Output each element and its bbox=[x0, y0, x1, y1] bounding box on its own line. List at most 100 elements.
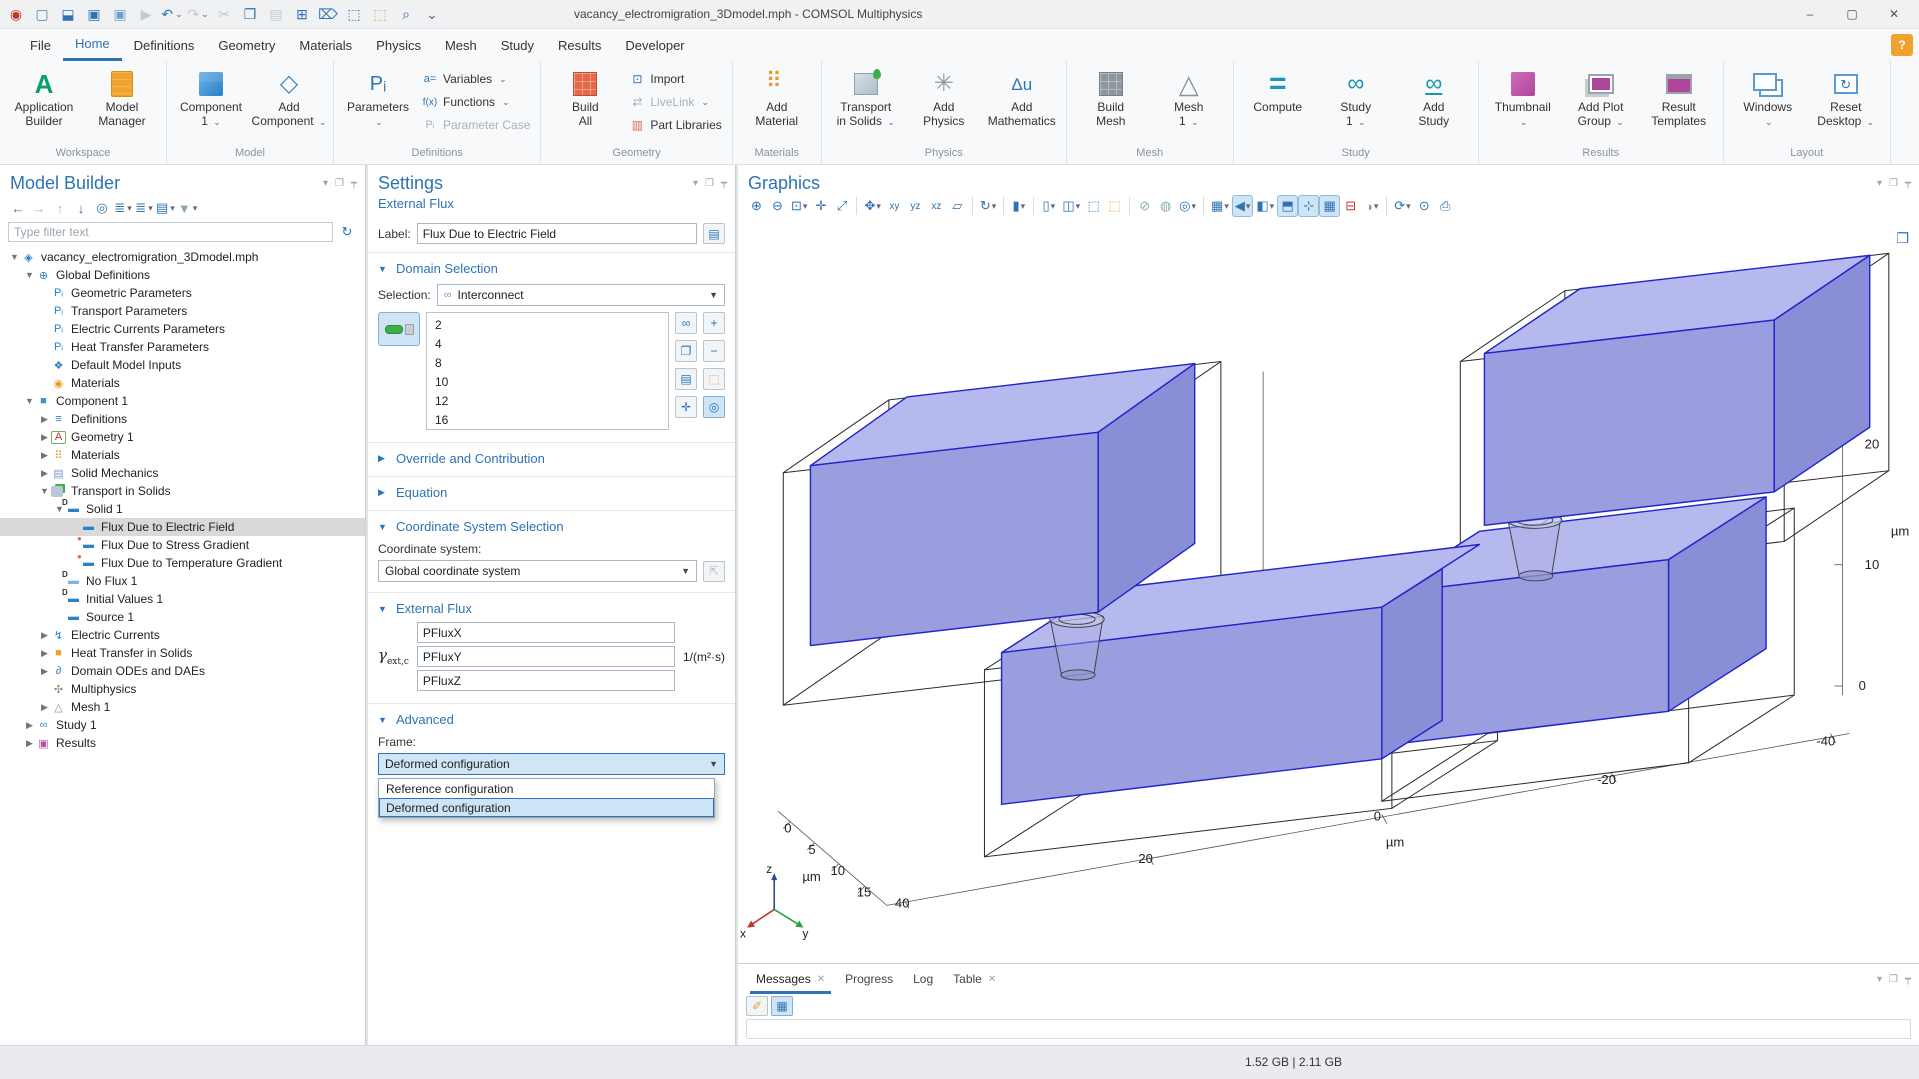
menu-definitions[interactable]: Definitions bbox=[122, 29, 207, 61]
panel-float-icon[interactable]: ❐ bbox=[1889, 178, 1898, 189]
ribbon-component-button[interactable]: Component1 ⌄ bbox=[173, 65, 249, 129]
ribbon-thumbnail-button[interactable]: Thumbnail⌄ bbox=[1485, 65, 1561, 129]
tree-node[interactable]: ▶△Mesh 1 bbox=[0, 698, 365, 716]
zoom-to-selection-icon[interactable]: ✛ bbox=[675, 396, 697, 418]
panel-pin-icon[interactable]: ┯ bbox=[1905, 974, 1911, 985]
select-edges-icon[interactable]: ◫▾ bbox=[1059, 195, 1083, 217]
equation-section-header[interactable]: ▶ Equation bbox=[368, 483, 735, 502]
chevron-collapsed-icon[interactable]: ▶ bbox=[23, 738, 36, 749]
tree-node[interactable]: ▬DInitial Values 1 bbox=[0, 590, 365, 608]
plot-window-icon[interactable]: ❒ bbox=[1896, 230, 1909, 247]
panel-pin-icon[interactable]: ┯ bbox=[1905, 178, 1911, 189]
hide-objects-icon[interactable]: ⊘ bbox=[1134, 195, 1155, 217]
tab-log[interactable]: Log bbox=[903, 964, 943, 994]
tree-node[interactable]: ▶∂Domain ODEs and DAEs bbox=[0, 662, 365, 680]
frame-combobox[interactable]: Deformed configuration ▼ bbox=[378, 753, 725, 775]
help-button[interactable]: ? bbox=[1891, 34, 1913, 56]
domain-list-item[interactable]: 2 bbox=[427, 315, 668, 334]
save-icon[interactable]: ▣ bbox=[82, 3, 106, 25]
cut-icon[interactable]: ✂ bbox=[212, 3, 236, 25]
external-flux-section-header[interactable]: ▼ External Flux bbox=[368, 599, 735, 618]
tree-node[interactable]: ▼■Component 1 bbox=[0, 392, 365, 410]
chevron-collapsed-icon[interactable]: ▶ bbox=[38, 468, 51, 479]
tree-node[interactable]: ▶≡Definitions bbox=[0, 410, 365, 428]
chevron-expanded-icon[interactable]: ▼ bbox=[23, 396, 36, 406]
tree-node[interactable]: ◉Materials bbox=[0, 374, 365, 392]
sound-icon[interactable]: ◀▾ bbox=[1232, 195, 1254, 217]
tree-node[interactable]: ▬DNo Flux 1 bbox=[0, 572, 365, 590]
ribbon-study-button[interactable]: ∞Study1 ⌄ bbox=[1318, 65, 1394, 129]
close-tab-icon[interactable]: ✕ bbox=[817, 974, 825, 985]
view-xz-icon[interactable]: xz bbox=[926, 195, 947, 217]
tree-node[interactable]: ▬Source 1 bbox=[0, 608, 365, 626]
coordinate-section-header[interactable]: ▼ Coordinate System Selection bbox=[368, 517, 735, 536]
open-file-icon[interactable]: ⬓ bbox=[56, 3, 80, 25]
ribbon-add-physics-button[interactable]: ✳AddPhysics bbox=[906, 65, 982, 129]
chevron-collapsed-icon[interactable]: ▶ bbox=[38, 648, 51, 659]
chevron-collapsed-icon[interactable]: ▶ bbox=[23, 720, 36, 731]
chevron-collapsed-icon[interactable]: ▶ bbox=[38, 702, 51, 713]
override-section-header[interactable]: ▶ Override and Contribution bbox=[368, 449, 735, 468]
grid-icon[interactable]: ▦ bbox=[1319, 195, 1340, 217]
panel-menu-icon[interactable]: ▾ bbox=[1877, 178, 1882, 189]
paste-icon[interactable]: ▤ bbox=[264, 3, 288, 25]
comsol-logo-icon[interactable]: ◉ bbox=[4, 3, 28, 25]
domain-list-item[interactable]: 8 bbox=[427, 353, 668, 372]
zoom-in-icon[interactable]: ⊕ bbox=[746, 195, 767, 217]
tree-node[interactable]: ▬Flux Due to Electric Field bbox=[0, 518, 365, 536]
active-toggle-button[interactable] bbox=[378, 312, 420, 346]
select-boundaries-icon[interactable]: ▯▾ bbox=[1038, 195, 1059, 217]
menu-geometry[interactable]: Geometry bbox=[206, 29, 287, 61]
ribbon-model-manager-button[interactable]: ModelManager bbox=[84, 65, 160, 129]
duplicate-icon[interactable]: ⊞ bbox=[290, 3, 314, 25]
panel-float-icon[interactable]: ❐ bbox=[335, 178, 344, 189]
expand-down-icon[interactable]: ≣▾ bbox=[134, 198, 154, 218]
zoom-out-icon[interactable]: ⊖ bbox=[767, 195, 788, 217]
clear-selection-icon[interactable]: ⬚ bbox=[703, 368, 725, 390]
menu-physics[interactable]: Physics bbox=[364, 29, 433, 61]
ribbon-windows-button[interactable]: Windows⌄ bbox=[1730, 65, 1806, 129]
chevron-collapsed-icon[interactable]: ▶ bbox=[38, 666, 51, 677]
save-as-icon[interactable]: ▣ bbox=[108, 3, 132, 25]
update-icon[interactable]: ⟳▾ bbox=[1391, 195, 1413, 217]
tree-node[interactable]: ▶↯Electric Currents bbox=[0, 626, 365, 644]
flux-component-input[interactable] bbox=[417, 670, 675, 691]
rename-icon[interactable]: ▤ bbox=[703, 223, 725, 244]
delete-icon[interactable]: ⌦ bbox=[316, 3, 340, 25]
copy-selection-icon[interactable]: ❐ bbox=[675, 340, 697, 362]
tree-node[interactable]: ▶▣Results bbox=[0, 734, 365, 752]
zoom-box-icon[interactable]: ⊡▾ bbox=[788, 195, 810, 217]
tree-node[interactable]: ▬●Flux Due to Stress Gradient bbox=[0, 536, 365, 554]
ribbon-add-material-button[interactable]: AddMaterial bbox=[739, 65, 815, 129]
tree-node[interactable]: ✣Multiphysics bbox=[0, 680, 365, 698]
ribbon-build-mesh-button[interactable]: BuildMesh bbox=[1073, 65, 1149, 129]
ribbon-parameter-case-button[interactable]: PᵢParameter Case bbox=[418, 116, 534, 134]
frame-option[interactable]: Reference configuration bbox=[379, 779, 714, 798]
tree-node[interactable]: ▼⊕Global Definitions bbox=[0, 266, 365, 284]
ribbon-add-component-button[interactable]: ◇AddComponent ⌄ bbox=[251, 65, 327, 129]
ribbon-application-builder-button[interactable]: AApplicationBuilder bbox=[6, 65, 82, 129]
chevron-expanded-icon[interactable]: ▼ bbox=[38, 486, 51, 496]
frame-option[interactable]: Deformed configuration bbox=[379, 798, 714, 817]
select-domains-icon[interactable]: ▮▾ bbox=[1008, 195, 1029, 217]
view-hidden-icon[interactable]: ◎▾ bbox=[1176, 195, 1199, 217]
ribbon-mesh-button[interactable]: △Mesh1 ⌄ bbox=[1151, 65, 1227, 129]
ribbon-add-plot-group-button[interactable]: Add PlotGroup ⌄ bbox=[1563, 65, 1639, 129]
ribbon-transport-in-solids-button[interactable]: Transportin Solids ⌄ bbox=[828, 65, 904, 129]
tab-progress[interactable]: Progress bbox=[835, 964, 903, 994]
tab-table[interactable]: Table✕ bbox=[943, 964, 1006, 994]
tree-node[interactable]: ▶▤Solid Mechanics bbox=[0, 464, 365, 482]
graphics-canvas[interactable]: 20100µm-40-200µm2040051015µm z x y ❒ bbox=[738, 220, 1919, 963]
advanced-section-header[interactable]: ▼ Advanced bbox=[368, 710, 735, 729]
view-yz-icon[interactable]: yz bbox=[905, 195, 926, 217]
remove-from-selection-icon[interactable]: − bbox=[703, 340, 725, 362]
filter-funnel-icon[interactable]: ▼▾ bbox=[177, 198, 198, 218]
nav-forward-icon[interactable]: → bbox=[29, 198, 49, 218]
menu-home[interactable]: Home bbox=[63, 29, 122, 61]
projection-icon[interactable]: ▱ bbox=[947, 195, 968, 217]
transparency-icon[interactable]: ◍ bbox=[1155, 195, 1176, 217]
box-select-icon[interactable]: ⬚ bbox=[1083, 195, 1104, 217]
menu-developer[interactable]: Developer bbox=[613, 29, 696, 61]
tree-node[interactable]: ▼◈vacancy_electromigration_3Dmodel.mph bbox=[0, 248, 365, 266]
new-file-icon[interactable]: ▢ bbox=[30, 3, 54, 25]
